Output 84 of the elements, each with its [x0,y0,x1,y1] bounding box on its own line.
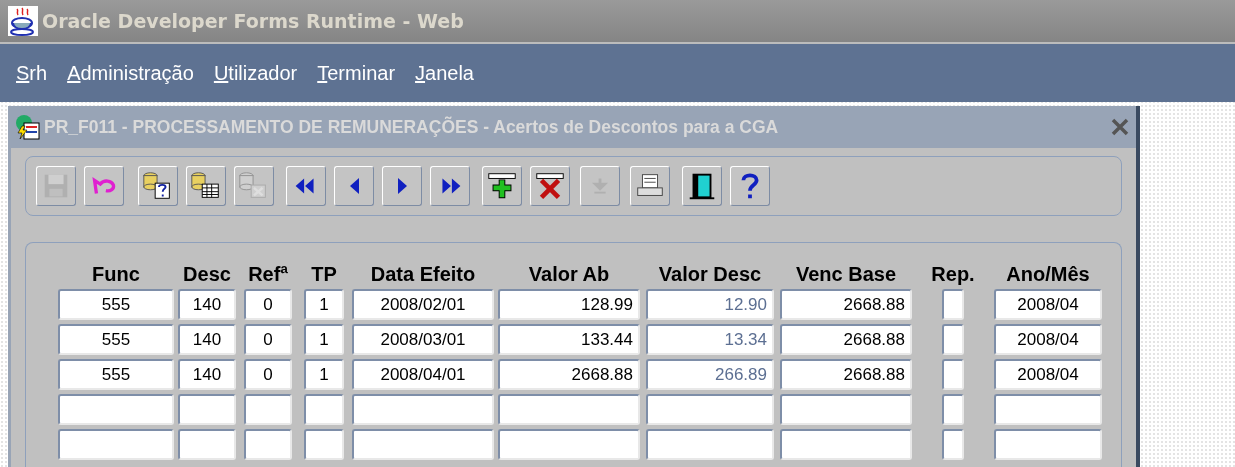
menu-item[interactable]: Janela [415,61,474,85]
input-field[interactable]: 2008/04 [994,289,1102,320]
last-record-button[interactable] [430,166,470,206]
input-field[interactable]: 1 [304,289,344,320]
checkbox[interactable] [942,429,964,460]
input-field[interactable]: 2008/04/01 [352,359,494,390]
left-arrow-icon [349,178,359,194]
insert-record-button[interactable] [482,166,522,206]
menu-item[interactable]: Terminar [317,61,396,85]
help-button[interactable] [730,166,770,206]
input-field[interactable]: 0 [244,359,292,390]
column-header: Valor Ab [527,263,611,285]
checkbox[interactable] [942,289,964,320]
input-field[interactable] [178,429,236,460]
column-header: Rep. [930,263,976,285]
input-field[interactable]: 2008/02/01 [352,289,494,320]
input-field[interactable]: 128.99 [498,289,640,320]
column-header: Desc [182,263,232,285]
form-title: PR_F011 - PROCESSAMENTO DE REMUNERAÇÕES - Acertos de Descontos para a CGA [44,116,780,138]
input-field[interactable] [994,429,1102,460]
enter-query-button[interactable] [138,166,178,206]
execute-query-button[interactable] [186,166,226,206]
input-field[interactable]: 2668.88 [780,324,912,355]
input-field[interactable]: 2008/04 [994,359,1102,390]
input-field[interactable] [646,429,774,460]
first-record-button[interactable] [286,166,326,206]
input-field[interactable] [304,429,344,460]
menu-item[interactable]: Utilizador [213,61,298,85]
checkbox[interactable] [942,394,964,425]
input-field[interactable] [244,394,292,425]
input-field[interactable] [780,429,912,460]
input-field[interactable] [780,394,912,425]
input-field[interactable]: 2008/04 [994,324,1102,355]
right-arrow-icon [397,178,407,194]
input-field[interactable] [178,394,236,425]
input-field[interactable]: 0 [244,324,292,355]
input-field[interactable]: 13.34 [646,324,774,355]
column-header: Venc Base [794,263,898,285]
checkbox[interactable] [942,324,964,355]
undo-button[interactable] [84,166,124,206]
input-field[interactable] [352,394,494,425]
next-record-button[interactable] [382,166,422,206]
column-header: Valor Desc [657,263,763,285]
input-field[interactable]: 140 [178,359,236,390]
column-header: Func [91,263,141,285]
column-header: Ano/Mês [1005,263,1091,285]
input-field[interactable] [58,429,174,460]
input-field[interactable]: 133.44 [498,324,640,355]
input-field[interactable]: 2668.88 [780,359,912,390]
checkbox[interactable] [942,359,964,390]
input-field[interactable]: 2668.88 [498,359,640,390]
input-field[interactable] [994,394,1102,425]
form-window-icon [14,114,40,140]
input-field[interactable]: 1 [304,359,344,390]
previous-record-button[interactable] [334,166,374,206]
column-header: Data Efeito [369,263,477,285]
print-button[interactable] [630,166,670,206]
input-field[interactable] [498,394,640,425]
delete-record-button[interactable] [530,166,570,206]
input-field[interactable]: 266.89 [646,359,774,390]
input-field[interactable]: 0 [244,289,292,320]
column-header: TP [310,263,338,285]
window-title: Oracle Developer Forms Runtime - Web [42,10,464,32]
input-field[interactable]: 1 [304,324,344,355]
input-field[interactable]: 555 [58,324,174,355]
input-field[interactable] [58,394,174,425]
input-field[interactable] [244,429,292,460]
input-field[interactable] [498,429,640,460]
input-field[interactable]: 555 [58,289,174,320]
input-field[interactable]: 140 [178,324,236,355]
input-field[interactable]: 2668.88 [780,289,912,320]
input-field[interactable]: 140 [178,289,236,320]
input-field[interactable] [646,394,774,425]
column-header: Refª [247,263,289,285]
menu-item[interactable]: Administração [67,61,194,85]
input-field[interactable] [304,394,344,425]
input-field[interactable]: 555 [58,359,174,390]
input-field[interactable] [352,429,494,460]
input-field[interactable]: 12.90 [646,289,774,320]
menu-item[interactable]: Srh [16,61,48,85]
input-field[interactable]: 2008/03/01 [352,324,494,355]
exit-button[interactable] [682,166,722,206]
coffee-cup-icon [8,6,38,36]
close-icon[interactable] [1110,117,1130,137]
